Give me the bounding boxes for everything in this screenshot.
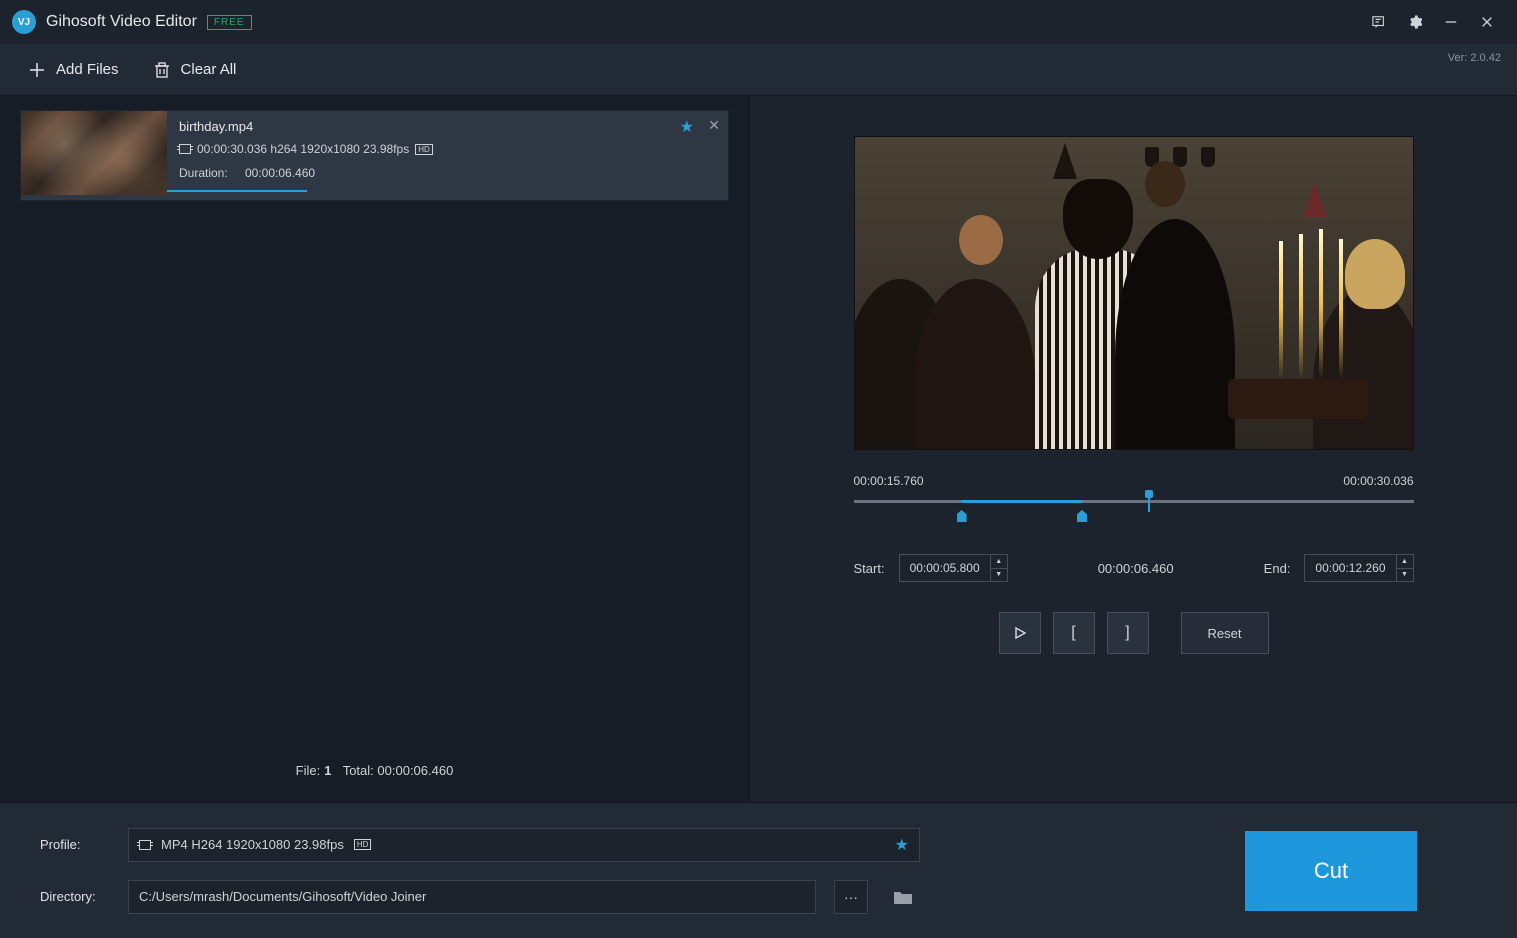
folder-icon xyxy=(893,889,913,905)
mark-out-button[interactable]: ] xyxy=(1107,612,1149,654)
playback-controls: [ ] Reset xyxy=(999,612,1269,654)
profile-label: Profile: xyxy=(40,837,110,852)
trim-controls: Start: 00:00:05.800 ▲▼ 00:00:06.460 End:… xyxy=(854,554,1414,582)
file-list-pane: birthday.mp4 00:00:30.036 h264 1920x1080… xyxy=(0,96,750,802)
trim-start-handle[interactable] xyxy=(957,510,967,522)
hd-icon: HD xyxy=(354,839,372,850)
end-step-up[interactable]: ▲ xyxy=(1397,555,1413,569)
duration-value: 00:00:06.460 xyxy=(245,166,315,180)
file-info: birthday.mp4 00:00:30.036 h264 1920x1080… xyxy=(167,111,728,200)
film-icon xyxy=(139,840,151,850)
start-label: Start: xyxy=(854,561,885,576)
app-title: Gihosoft Video Editor xyxy=(46,13,197,31)
directory-value: C:/Users/mrash/Documents/Gihosoft/Video … xyxy=(139,889,426,904)
duration-label: Duration: xyxy=(179,166,239,180)
trash-icon xyxy=(153,61,171,79)
plus-icon xyxy=(28,61,46,79)
timeline: 00:00:15.760 00:00:30.036 xyxy=(854,474,1414,522)
timeline-right-time: 00:00:30.036 xyxy=(1343,474,1413,488)
browse-directory-button[interactable]: ··· xyxy=(834,880,868,914)
playhead[interactable] xyxy=(1148,494,1150,512)
file-thumbnail xyxy=(21,111,167,195)
clear-all-button[interactable]: Clear All xyxy=(153,61,237,79)
file-item[interactable]: birthday.mp4 00:00:30.036 h264 1920x1080… xyxy=(20,110,729,201)
main-toolbar: Ver: 2.0.42 Add Files Clear All xyxy=(0,44,1517,96)
directory-label: Directory: xyxy=(40,889,110,904)
file-status-bar: File: 1 Total: 00:00:06.460 xyxy=(20,752,729,788)
star-icon[interactable]: ★ xyxy=(895,835,909,855)
end-label: End: xyxy=(1264,561,1291,576)
end-time-value: 00:00:12.260 xyxy=(1305,555,1395,581)
file-count-value: 1 xyxy=(324,763,331,778)
star-icon[interactable]: ★ xyxy=(680,117,694,137)
settings-gear-icon[interactable] xyxy=(1397,4,1433,40)
free-badge: FREE xyxy=(207,15,252,30)
add-files-button[interactable]: Add Files xyxy=(28,61,119,79)
close-button[interactable] xyxy=(1469,4,1505,40)
play-icon xyxy=(1013,626,1027,640)
file-meta: 00:00:30.036 h264 1920x1080 23.98fps xyxy=(197,142,409,156)
end-time-input[interactable]: 00:00:12.260 ▲▼ xyxy=(1304,554,1413,582)
app-logo-icon: VJ xyxy=(12,10,36,34)
version-label: Ver: 2.0.42 xyxy=(1448,52,1501,64)
open-folder-button[interactable] xyxy=(886,880,920,914)
start-step-down[interactable]: ▼ xyxy=(991,569,1007,582)
cake xyxy=(1228,379,1368,419)
remove-file-icon[interactable]: ✕ xyxy=(708,117,720,134)
trim-end-handle[interactable] xyxy=(1077,510,1087,522)
minimize-button[interactable] xyxy=(1433,4,1469,40)
selection-duration: 00:00:06.460 xyxy=(1022,561,1250,576)
end-step-down[interactable]: ▼ xyxy=(1397,569,1413,582)
mark-in-button[interactable]: [ xyxy=(1053,612,1095,654)
file-count-label: File: xyxy=(296,763,321,778)
timeline-track[interactable] xyxy=(854,494,1414,522)
profile-selector[interactable]: MP4 H264 1920x1080 23.98fps HD ★ xyxy=(128,828,920,862)
hd-icon: HD xyxy=(415,144,433,155)
timeline-left-time: 00:00:15.760 xyxy=(854,474,924,488)
directory-input[interactable]: C:/Users/mrash/Documents/Gihosoft/Video … xyxy=(128,880,816,914)
cut-button[interactable]: Cut xyxy=(1245,831,1417,911)
feedback-icon[interactable] xyxy=(1361,4,1397,40)
title-bar: VJ Gihosoft Video Editor FREE xyxy=(0,0,1517,44)
progress-indicator xyxy=(167,190,307,192)
clear-all-label: Clear All xyxy=(181,61,237,78)
profile-value: MP4 H264 1920x1080 23.98fps xyxy=(161,837,344,852)
cut-label: Cut xyxy=(1314,858,1348,884)
start-step-up[interactable]: ▲ xyxy=(991,555,1007,569)
total-label: Total: xyxy=(343,763,374,778)
total-value: 00:00:06.460 xyxy=(377,763,453,778)
play-button[interactable] xyxy=(999,612,1041,654)
reset-button[interactable]: Reset xyxy=(1181,612,1269,654)
output-panel: Profile: MP4 H264 1920x1080 23.98fps HD … xyxy=(0,802,1517,938)
video-preview[interactable] xyxy=(854,136,1414,450)
film-icon xyxy=(179,144,191,154)
add-files-label: Add Files xyxy=(56,61,119,78)
file-name: birthday.mp4 xyxy=(179,119,716,134)
start-time-value: 00:00:05.800 xyxy=(900,555,990,581)
preview-pane: 00:00:15.760 00:00:30.036 Start: 00:00:0… xyxy=(750,96,1517,802)
main-area: birthday.mp4 00:00:30.036 h264 1920x1080… xyxy=(0,96,1517,802)
start-time-input[interactable]: 00:00:05.800 ▲▼ xyxy=(899,554,1008,582)
